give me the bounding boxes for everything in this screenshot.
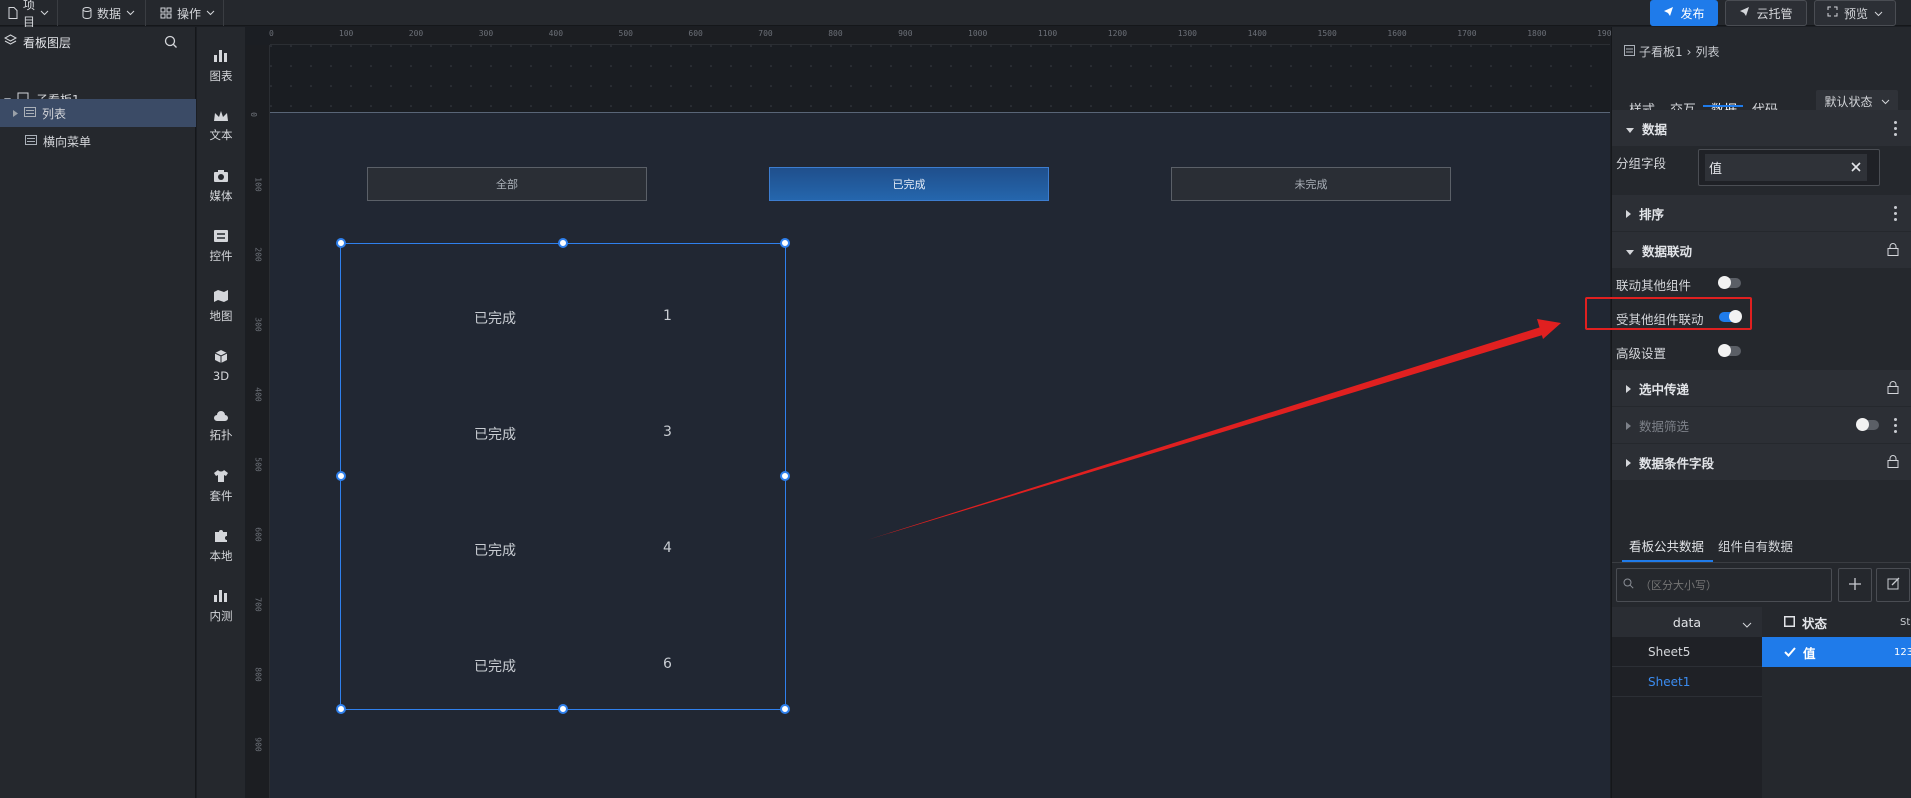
advanced-toggle[interactable]	[1718, 344, 1741, 357]
field-name: 值	[1803, 645, 1816, 661]
more-icon[interactable]	[1894, 206, 1898, 221]
caret-down-icon	[1626, 243, 1634, 258]
field-row-selected[interactable]: 值 123	[1762, 637, 1911, 667]
caret-down-icon	[1626, 121, 1634, 136]
group-field-select[interactable]: 值	[1698, 149, 1880, 186]
breadcrumb-item: 列表	[1695, 45, 1720, 59]
section-select-pass[interactable]: 选中传递	[1612, 370, 1911, 406]
caret-right-icon	[1626, 381, 1631, 396]
chevron-right-icon: ›	[1686, 44, 1692, 59]
properties-panel: 子看板1 › 列表 样式 交互 数据 代码 默认状态 数据 分组字段 值 排序 …	[1585, 27, 1911, 798]
plus-icon	[1849, 577, 1861, 593]
section-sort[interactable]: 排序	[1612, 195, 1911, 231]
lock-icon[interactable]	[1887, 381, 1899, 397]
section-data-linkage[interactable]: 数据联动	[1612, 232, 1911, 268]
section-data-condition[interactable]: 数据条件字段	[1612, 444, 1911, 480]
group-field-label: 分组字段	[1616, 156, 1667, 171]
group-field-value: 值	[1709, 162, 1723, 177]
data-search-input[interactable]	[1640, 578, 1820, 592]
sheet-item-active[interactable]: Sheet1	[1612, 667, 1762, 697]
field-name: 状态	[1802, 615, 1828, 631]
section-title: 数据条件字段	[1639, 455, 1715, 471]
field-type: Str	[1900, 616, 1911, 628]
more-icon[interactable]	[1894, 418, 1898, 433]
edit-icon	[1887, 577, 1900, 593]
section-data-filter[interactable]: 数据筛选	[1612, 407, 1911, 443]
data-filter-toggle[interactable]	[1856, 418, 1879, 431]
section-title: 数据联动	[1642, 243, 1693, 259]
active-tab-indicator	[1703, 105, 1743, 107]
edit-data-button[interactable]	[1876, 568, 1910, 602]
active-tab-indicator	[1622, 560, 1713, 562]
list-icon	[1624, 44, 1635, 59]
section-title: 数据筛选	[1639, 418, 1690, 434]
tab-public-data[interactable]: 看板公共数据	[1629, 536, 1704, 555]
chevron-down-icon	[1881, 94, 1890, 108]
link-others-label: 联动其他组件	[1616, 278, 1692, 293]
state-select[interactable]: 默认状态	[1816, 90, 1898, 112]
section-title: 选中传递	[1639, 381, 1690, 397]
section-title: 数据	[1642, 121, 1668, 137]
lock-icon[interactable]	[1887, 455, 1899, 471]
field-type: 123	[1894, 646, 1911, 658]
lock-icon[interactable]	[1887, 243, 1899, 259]
highlight-box	[1585, 297, 1752, 330]
link-others-toggle[interactable]	[1718, 276, 1741, 289]
breadcrumb-item[interactable]: 子看板1	[1639, 43, 1683, 60]
caret-right-icon	[1626, 455, 1631, 470]
search-icon	[1623, 578, 1634, 592]
state-select-value: 默认状态	[1824, 94, 1873, 109]
section-title: 排序	[1639, 206, 1665, 222]
field-row[interactable]: 状态 Str	[1762, 607, 1911, 637]
data-source-value: data	[1672, 614, 1702, 630]
more-icon[interactable]	[1894, 121, 1898, 136]
data-source-select[interactable]: data	[1612, 607, 1762, 637]
group-field-tag: 值	[1705, 154, 1867, 181]
breadcrumb: 子看板1 › 列表	[1624, 43, 1719, 60]
data-search[interactable]	[1616, 568, 1832, 602]
add-data-button[interactable]	[1838, 568, 1872, 602]
section-data[interactable]: 数据	[1612, 110, 1911, 146]
advanced-label: 高级设置	[1616, 346, 1667, 361]
tab-own-data[interactable]: 组件自有数据	[1718, 536, 1793, 555]
caret-right-icon	[1626, 418, 1631, 433]
check-icon[interactable]	[1784, 645, 1796, 660]
chevron-down-icon	[1742, 616, 1752, 631]
checkbox-icon[interactable]	[1784, 615, 1795, 630]
sheet-item[interactable]: Sheet5	[1612, 637, 1762, 667]
close-icon[interactable]	[1851, 161, 1861, 176]
caret-right-icon	[1626, 206, 1631, 221]
